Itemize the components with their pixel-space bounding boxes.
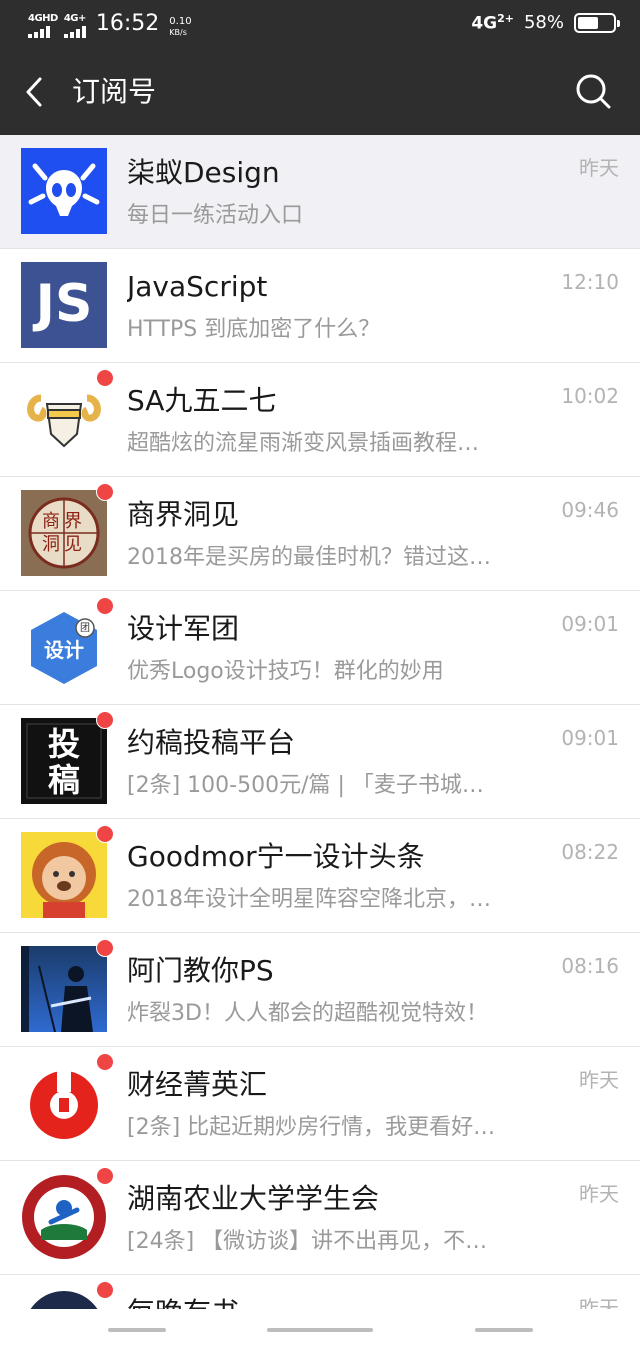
avatar: 设计 团 <box>21 604 107 690</box>
signal-2: 4G+ <box>63 13 87 38</box>
network-label: 4G <box>471 13 498 34</box>
nav-bar: 订阅号 <box>0 50 640 135</box>
network-speed: 0.10 KB/s <box>169 16 191 38</box>
avatar-text: 投稿 <box>47 725 80 799</box>
message-preview: 超酷炫的流星雨渐变风景插画教程… <box>127 431 480 456</box>
account-name: Goodmor宁一设计头条 <box>127 840 425 873</box>
list-item[interactable]: 阿门教你PS 08:16 炸裂3D！人人都会的超酷视觉特效！ <box>0 933 640 1047</box>
avatar: 投稿 <box>21 718 107 804</box>
list-item[interactable]: 柒蚁Design 昨天每日一练活动入口 <box>0 135 640 249</box>
list-item[interactable]: SA九五二七 10:02 超酷炫的流星雨渐变风景插画教程… <box>0 363 640 477</box>
message-preview: 每日一练活动入口 <box>127 203 304 228</box>
page-title: 订阅号 <box>72 75 157 108</box>
gesture-bar <box>0 1309 640 1351</box>
timestamp: 09:46 <box>561 498 619 522</box>
search-icon <box>576 74 611 109</box>
timestamp: 昨天 <box>579 156 619 180</box>
message-preview: HTTPS 到底加密了什么？ <box>127 317 381 342</box>
status-left: 4GHD 4G+ 16:52 0.10 KB/s <box>28 10 192 38</box>
timestamp: 昨天 <box>579 1296 619 1309</box>
avatar <box>21 946 107 1032</box>
list-item[interactable]: 设计 团 设计军团 09:01 优秀Logo设计技巧！群化的妙用 <box>0 591 640 705</box>
timestamp: 昨天 <box>579 1182 619 1206</box>
network-type: 4G2+ <box>471 12 514 34</box>
unread-dot <box>96 939 114 957</box>
account-name: 每晚有书 <box>127 1295 239 1309</box>
avatar <box>21 1060 107 1146</box>
gesture-handle-left[interactable] <box>108 1328 166 1332</box>
account-name: 阿门教你PS <box>127 954 274 987</box>
list-item[interactable]: JS JavaScript 12:10 HTTPS 到底加密了什么？ <box>0 249 640 363</box>
network-sub: 2+ <box>497 12 514 25</box>
timestamp: 12:10 <box>561 270 619 294</box>
message-preview: [24条] 【微访谈】讲不出再见，不… <box>127 1229 488 1254</box>
account-name: 商界洞见 <box>127 498 240 531</box>
list-item[interactable]: ABC 每晚有书 昨天 <box>0 1275 640 1309</box>
account-name: JavaScript <box>127 270 268 303</box>
account-name: 柒蚁Design <box>127 156 280 189</box>
signal-bars-icon <box>28 26 50 38</box>
gesture-handle-right[interactable] <box>475 1328 533 1332</box>
search-button[interactable] <box>574 72 612 110</box>
unread-dot <box>96 711 114 729</box>
list-item[interactable]: 财经菁英汇 昨天 [2条] 比起近期炒房行情，我更看好… <box>0 1047 640 1161</box>
subscription-list: 柒蚁Design 昨天 每日一练活动入口 JS JavaScript 12:10 HTTPS… <box>0 135 640 1309</box>
list-item[interactable]: Goodmor宁一设计头条 08:22 2018年设计全明星阵容空降北京，… <box>0 819 640 933</box>
signal-bars-icon <box>63 26 86 38</box>
speed-value: 0.10 <box>169 16 192 27</box>
account-name: SA九五二七 <box>127 384 277 417</box>
avatar: ABC <box>21 1288 107 1309</box>
avatar <box>21 832 107 918</box>
unread-dot <box>96 369 114 387</box>
timestamp: 09:01 <box>561 612 619 636</box>
unread-dot <box>96 1167 114 1185</box>
message-preview: 2018年设计全明星阵容空降北京，… <box>127 887 491 912</box>
list-item[interactable]: 湖南农业大学学生会 昨天 [24条] 【微访谈】讲不出再见，不… <box>0 1161 640 1275</box>
avatar <box>21 376 107 462</box>
timestamp: 10:02 <box>561 384 619 408</box>
avatar-text: 设计 <box>44 638 84 662</box>
battery-percent: 58% <box>523 12 564 34</box>
battery-fill <box>578 16 598 29</box>
list-item[interactable]: 商界洞见 商界洞见 09:46 2018年是买房的最佳时机？错过这… <box>0 477 640 591</box>
account-name: 财经菁英汇 <box>127 1068 268 1101</box>
unread-dot <box>96 1053 114 1071</box>
message-preview: 优秀Logo设计技巧！群化的妙用 <box>127 659 444 684</box>
timestamp: 08:16 <box>561 954 619 978</box>
avatar: 商界洞见 <box>21 490 107 576</box>
unread-dot <box>96 1281 114 1299</box>
unread-dot <box>96 825 114 843</box>
account-name: 约稿投稿平台 <box>127 726 296 759</box>
signal-1-label: 4GHD <box>28 13 58 24</box>
message-preview: [2条] 100-500元/篇 | 「麦子书城… <box>127 773 484 798</box>
unread-dot <box>96 597 114 615</box>
clock: 16:52 <box>95 11 160 36</box>
status-bar: 4GHD 4G+ 16:52 0.10 KB/s 4G2+ 58% <box>0 0 640 50</box>
message-preview: [2条] 比起近期炒房行情，我更看好… <box>127 1115 496 1140</box>
list-item[interactable]: 投稿 约稿投稿平台 09:01 [2条] 100-500元/篇 | 「麦子书城… <box>0 705 640 819</box>
account-name: 设计军团 <box>127 612 240 645</box>
timestamp: 09:01 <box>561 726 619 750</box>
chevron-left-icon <box>26 77 42 107</box>
unread-dot <box>96 483 114 501</box>
avatar-badge: 团 <box>80 623 90 634</box>
gesture-handle-home[interactable] <box>267 1328 373 1332</box>
message-preview: 2018年是买房的最佳时机？错过这… <box>127 545 491 570</box>
timestamp: 昨天 <box>579 1068 619 1092</box>
signal-1: 4GHD <box>28 14 58 38</box>
message-preview: 炸裂3D！人人都会的超酷视觉特效！ <box>127 1001 488 1026</box>
timestamp: 08:22 <box>561 840 619 864</box>
speed-unit: KB/s <box>169 28 187 37</box>
battery-icon <box>574 12 620 33</box>
avatar: JS <box>21 262 107 348</box>
avatar <box>21 1174 107 1260</box>
avatar-text: JS <box>35 274 93 334</box>
back-button[interactable] <box>18 74 54 110</box>
avatar-text: 商界洞见 <box>42 511 86 555</box>
battery-tip <box>617 19 620 27</box>
status-right: 4G2+ 58% <box>471 12 620 34</box>
avatar <box>21 148 107 234</box>
signal-2-label: 4G+ <box>63 13 87 24</box>
account-name: 湖南农业大学学生会 <box>127 1182 380 1215</box>
